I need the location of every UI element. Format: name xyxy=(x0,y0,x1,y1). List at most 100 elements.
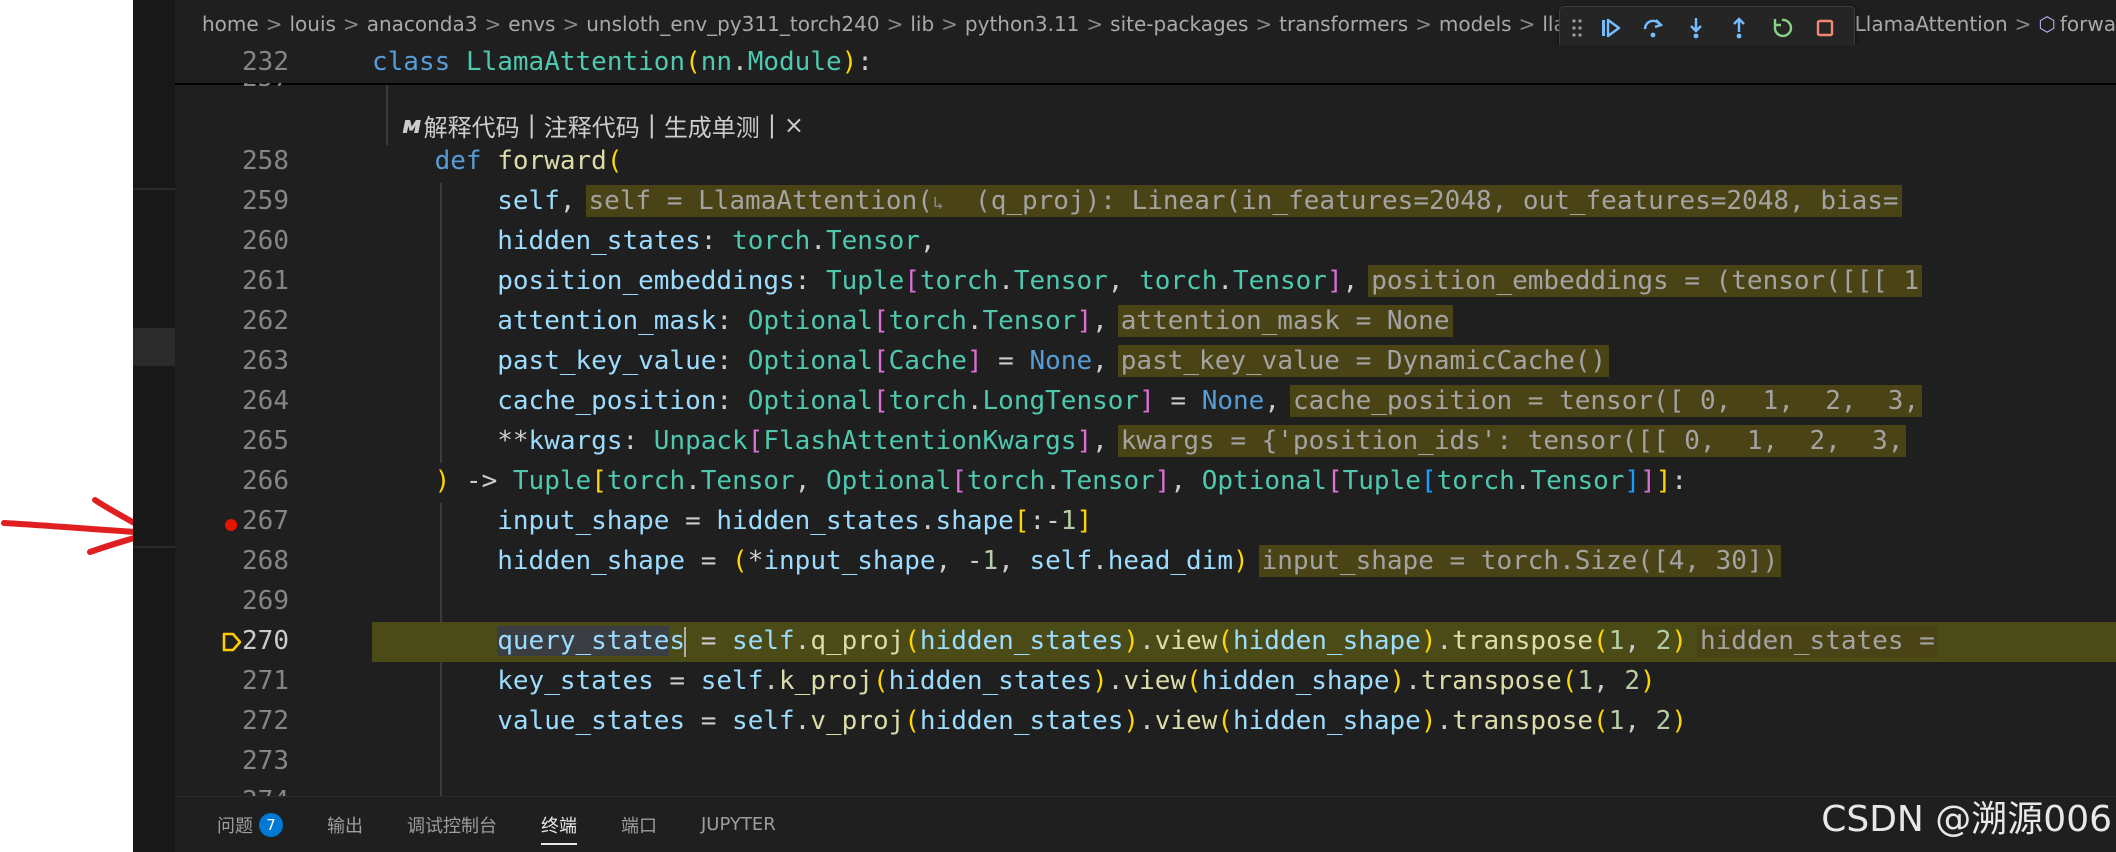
line-number: 271 xyxy=(242,666,289,696)
chevron-right-icon: > xyxy=(886,12,904,36)
close-codelens-button[interactable]: × xyxy=(784,111,804,139)
tab-ports[interactable]: 端口 xyxy=(621,797,657,852)
chevron-right-icon: > xyxy=(562,12,580,36)
code-line[interactable]: 272 value_states = self.v_proj(hidden_st… xyxy=(175,702,2116,742)
explain-code-action[interactable]: 解释代码 xyxy=(424,108,520,143)
tab-label: 终端 xyxy=(541,815,577,837)
breadcrumb-item-anaconda3[interactable]: anaconda3 xyxy=(367,12,478,36)
inline-value: hidden_states = xyxy=(1696,625,1938,657)
activity-bar xyxy=(133,0,175,852)
line-number: 269 xyxy=(242,586,289,616)
code-line[interactable]: 263 past_key_value: Optional[Cache] = No… xyxy=(175,342,2116,382)
breakpoint-icon[interactable] xyxy=(225,519,237,531)
line-code: key_states = self.k_proj(hidden_states).… xyxy=(497,666,1656,696)
code-line[interactable]: 265 **kwargs: Unpack[FlashAttentionKwarg… xyxy=(175,422,2116,462)
activity-bar-active-marker xyxy=(133,328,175,366)
problems-count-badge: 7 xyxy=(259,812,283,837)
breadcrumb-item-lib[interactable]: lib xyxy=(910,12,934,36)
code-line[interactable]: 259 self, self = LlamaAttention(↳ (q_proj… xyxy=(175,182,2116,222)
line-code: def forward( xyxy=(434,146,623,176)
breadcrumb-item-env[interactable]: unsloth_env_py311_torch240 xyxy=(586,12,879,36)
activity-bar-divider xyxy=(133,546,175,548)
continue-icon xyxy=(1601,18,1620,38)
tab-terminal[interactable]: 终端 xyxy=(541,797,577,852)
breadcrumb-item-forward[interactable]: forwa xyxy=(2060,12,2116,36)
method-cube-icon: ⬡ xyxy=(2038,12,2056,36)
drag-handle-icon[interactable] xyxy=(1570,15,1584,41)
code-line[interactable]: 264 cache_position: Optional[torch.LongT… xyxy=(175,382,2116,422)
breadcrumb-item-models[interactable]: models xyxy=(1439,12,1512,36)
chevron-right-icon: > xyxy=(1518,12,1536,36)
step-into-button[interactable] xyxy=(1678,11,1713,45)
watermark: CSDN @溯源006 xyxy=(1821,799,2112,840)
tab-label: JUPYTER xyxy=(701,814,776,835)
code-line[interactable]: 269 xyxy=(175,582,2116,622)
line-code: **kwargs: Unpack[FlashAttentionKwargs], k… xyxy=(372,425,1907,457)
line-code: query_states = self.q_proj(hidden_states… xyxy=(372,625,1938,657)
codelens-actions: ᴍ 解释代码 | 注释代码 | 生成单测 | × xyxy=(402,105,804,145)
breadcrumb-item-home[interactable]: home xyxy=(202,12,259,36)
step-out-button[interactable] xyxy=(1721,11,1756,45)
inline-value: past_key_value = DynamicCache() xyxy=(1117,345,1610,377)
tab-jupyter[interactable]: JUPYTER xyxy=(701,797,776,852)
breadcrumb-item-envs[interactable]: envs xyxy=(508,12,555,36)
code-line[interactable]: 261 position_embeddings: Tuple[torch.Ten… xyxy=(175,262,2116,302)
breadcrumb-item-class[interactable]: LlamaAttention xyxy=(1855,12,2008,36)
breadcrumb-item-python[interactable]: python3.11 xyxy=(965,12,1080,36)
step-over-icon xyxy=(1643,19,1663,38)
breadcrumb-item-site-packages[interactable]: site-packages xyxy=(1110,12,1248,36)
tab-label: 调试控制台 xyxy=(407,815,497,837)
ai-logo-icon: ᴍ xyxy=(402,111,422,139)
current-execution-line[interactable]: 270 query_states = self.q_proj(hidden_st… xyxy=(175,622,2116,662)
chevron-right-icon: > xyxy=(2014,12,2032,36)
line-number: 263 xyxy=(242,346,289,376)
continue-button[interactable] xyxy=(1592,11,1627,45)
separator: | xyxy=(527,111,536,139)
code-line[interactable]: 268 hidden_shape = (*input_shape, -1, se… xyxy=(175,542,2116,582)
step-over-button[interactable] xyxy=(1635,11,1670,45)
line-number: 268 xyxy=(242,546,289,576)
comment-code-action[interactable]: 注释代码 xyxy=(544,108,640,143)
step-out-icon xyxy=(1732,17,1745,39)
breadcrumb-item-louis[interactable]: louis xyxy=(289,12,335,36)
stop-button[interactable] xyxy=(1807,11,1842,45)
code-line[interactable]: 266 ) -> Tuple[torch.Tensor, Optional[to… xyxy=(175,462,2116,502)
line-number: 258 xyxy=(242,146,289,176)
chevron-right-icon: > xyxy=(1086,12,1104,36)
tab-debug-console[interactable]: 调试控制台 xyxy=(407,797,497,852)
tab-output[interactable]: 输出 xyxy=(327,797,363,852)
inline-value: attention_mask = None xyxy=(1117,305,1453,337)
code-line[interactable]: 273 xyxy=(175,742,2116,782)
breadcrumb-item-transformers[interactable]: transformers xyxy=(1279,12,1408,36)
inline-value: position_embeddings = (tensor([[[ 1 xyxy=(1368,265,1923,297)
text-cursor xyxy=(684,626,687,657)
inline-value: self = LlamaAttention(↳ (q_proj): Linear… xyxy=(585,185,1902,217)
sticky-scroll-header[interactable]: 232 class LlamaAttention(nn.Module): xyxy=(175,45,2116,85)
tab-label: 问题 xyxy=(217,815,253,837)
line-number: 266 xyxy=(242,466,289,496)
line-code: hidden_shape = (*input_shape, -1, self.h… xyxy=(372,545,1782,577)
chevron-right-icon: > xyxy=(484,12,502,36)
code-line[interactable]: 260 hidden_states: torch.Tensor, xyxy=(175,222,2116,262)
chevron-right-icon: > xyxy=(1255,12,1273,36)
inline-value: cache_position = tensor([ 0, 1, 2, 3, xyxy=(1289,385,1923,417)
generate-unit-test-action[interactable]: 生成单测 xyxy=(664,108,760,143)
screenshot-margin xyxy=(0,0,133,852)
step-into-icon xyxy=(1689,18,1702,39)
line-number: 272 xyxy=(242,706,289,736)
code-line[interactable]: 271 key_states = self.k_proj(hidden_stat… xyxy=(175,662,2116,702)
vscode-window: home > louis > anaconda3 > envs > unsloth_en… xyxy=(133,0,2116,852)
sticky-code: class LlamaAttention(nn.Module): xyxy=(372,47,873,77)
restart-button[interactable] xyxy=(1764,11,1799,45)
line-code: past_key_value: Optional[Cache] = None, p… xyxy=(372,345,1610,377)
chevron-right-icon: > xyxy=(342,12,360,36)
line-code: cache_position: Optional[torch.LongTenso… xyxy=(372,385,1923,417)
code-line[interactable]: 262 attention_mask: Optional[torch.Tenso… xyxy=(175,302,2116,342)
code-line[interactable]: 258 def forward( xyxy=(175,142,2116,182)
code-editor[interactable]: home > louis > anaconda3 > envs > unsloth_en… xyxy=(175,0,2116,796)
code-line[interactable]: 267 input_shape = hidden_states.shape[:-… xyxy=(175,502,2116,542)
line-number: 274 xyxy=(215,786,289,796)
tab-problems[interactable]: 问题 7 xyxy=(217,797,283,852)
restart-icon xyxy=(1773,18,1792,38)
line-code: position_embeddings: Tuple[torch.Tensor,… xyxy=(372,265,1923,297)
